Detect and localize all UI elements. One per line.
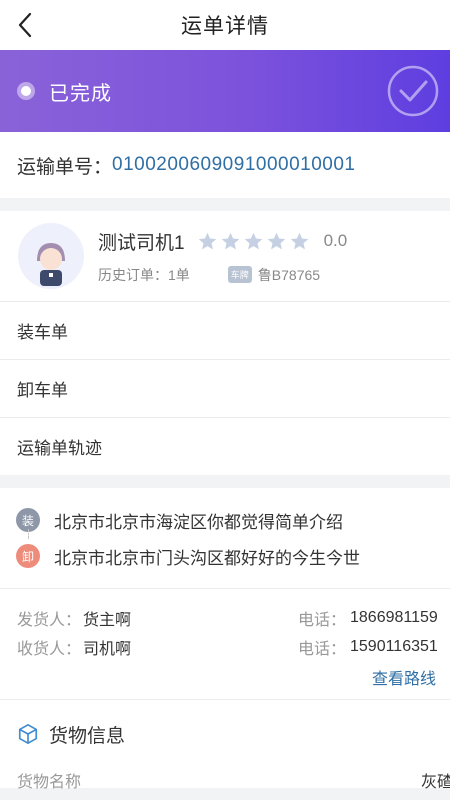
status-text: 已完成 (49, 82, 112, 105)
receiver-name: 司机啊 (83, 640, 132, 658)
section-gap (0, 198, 450, 211)
plate-badge: 车牌 (227, 266, 252, 283)
navbar: 运单详情 (0, 0, 450, 50)
order-number-row: 运输单号： 0100200609091000010001 (0, 132, 450, 198)
license-plate: 鲁B78765 (257, 266, 321, 283)
star-icon (198, 232, 216, 249)
star-icon (244, 232, 262, 249)
menu-item-loading-sheet[interactable]: 装车单 (0, 301, 450, 359)
receiver-phone[interactable]: 1590116351 (350, 638, 438, 656)
shipper-name: 货主啊 (83, 611, 132, 629)
status-dot-icon (17, 82, 35, 100)
contact-block: 发货人： 货主啊 电话： 1866981159 收货人： 司机啊 电话： 159… (0, 589, 450, 699)
menu-item-track[interactable]: 运输单轨迹 (0, 417, 450, 475)
menu-item-label: 运输单轨迹 (17, 439, 102, 458)
cargo-title: 货物信息 (49, 725, 126, 747)
receiver-label: 收货人： (17, 640, 82, 658)
cube-icon (18, 724, 38, 744)
chevron-left-icon (18, 12, 32, 38)
driver-rating-value: 0.0 (323, 231, 348, 250)
driver-row: 测试司机1 0.0 历史订单：1单 车牌 鲁B78765 (0, 211, 450, 301)
check-circle-icon (387, 65, 439, 117)
cargo-section-header: 货物信息 (0, 699, 450, 768)
order-number-label: 运输单号： (17, 156, 113, 178)
view-route-link[interactable]: 查看路线 (0, 661, 450, 699)
driver-history-orders: 历史订单：1单 (98, 266, 190, 283)
order-number-value: 0100200609091000010001 (112, 154, 356, 175)
shipper-row: 发货人： 货主啊 电话： 1866981159 (0, 603, 450, 632)
receiver-phone-label: 电话： (298, 640, 347, 658)
load-address-row: 装 北京市北京市海淀区你都觉得简单介绍 (0, 502, 450, 539)
cargo-name-label: 货物名称 (17, 774, 82, 791)
receiver-row: 收货人： 司机啊 电话： 1590116351 (0, 632, 450, 661)
cargo-name-value: 灰碴 (421, 774, 450, 791)
star-icon (267, 232, 285, 249)
status-banner: 已完成 (0, 50, 450, 132)
star-icon (290, 232, 308, 249)
driver-meta-line: 历史订单：1单 车牌 鲁B78765 (98, 265, 347, 285)
menu-item-unloading-sheet[interactable]: 卸车单 (0, 359, 450, 417)
driver-avatar-icon (18, 223, 84, 289)
driver-rating-stars (197, 231, 312, 252)
driver-name: 测试司机1 (98, 232, 185, 254)
shipper-label: 发货人： (17, 611, 82, 629)
star-icon (221, 232, 239, 249)
route-card: 装 北京市北京市海淀区你都觉得简单介绍 卸 北京市北京市门头沟区都好好的今生今世… (0, 488, 450, 791)
load-address: 北京市北京市海淀区你都觉得简单介绍 (54, 512, 343, 532)
driver-name-line: 测试司机1 0.0 (98, 228, 347, 255)
menu-item-label: 装车单 (17, 323, 68, 342)
section-gap (0, 475, 450, 488)
driver-info: 测试司机1 0.0 历史订单：1单 车牌 鲁B78765 (98, 228, 347, 285)
unload-badge: 卸 (16, 544, 40, 568)
menu-item-label: 卸车单 (17, 381, 68, 400)
page-title: 运单详情 (181, 15, 269, 38)
back-button[interactable] (8, 8, 42, 42)
shipper-phone[interactable]: 1866981159 (350, 609, 438, 627)
unload-address-row: 卸 北京市北京市门头沟区都好好的今生今世 (0, 538, 450, 574)
unload-address: 北京市北京市门头沟区都好好的今生今世 (54, 548, 360, 568)
cargo-name-row: 货物名称 灰碴 (0, 768, 450, 791)
driver-card: 测试司机1 0.0 历史订单：1单 车牌 鲁B78765 装车单 卸车单 运输单… (0, 211, 450, 475)
shipper-phone-label: 电话： (298, 611, 347, 629)
